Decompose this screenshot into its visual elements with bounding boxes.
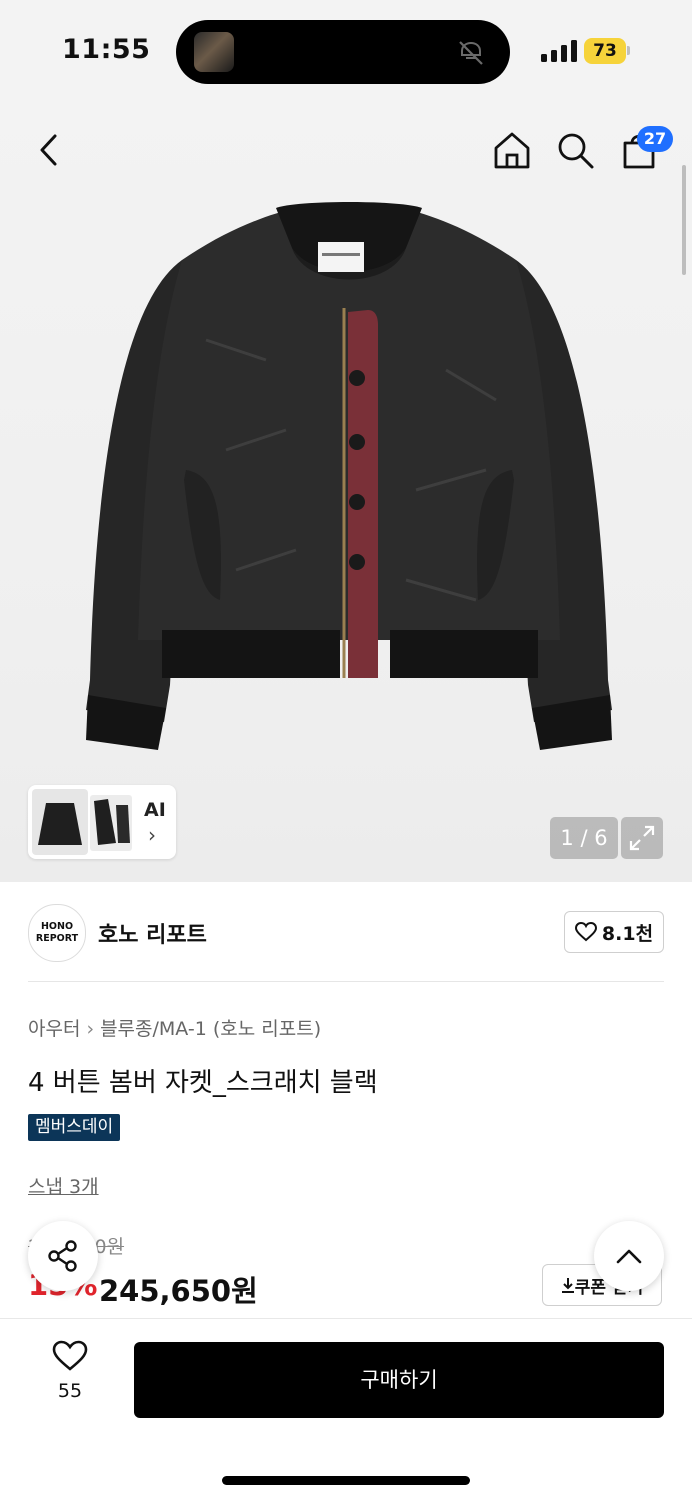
share-button[interactable] [28,1221,98,1291]
scroll-to-top-button[interactable] [594,1221,664,1291]
sale-price: 245,650원 [99,1274,258,1308]
jacket-thumb-icon [38,803,82,845]
home-indicator [222,1476,470,1485]
share-icon [48,1240,77,1272]
thumbnail-side[interactable] [90,795,132,851]
product-title: 4 버튼 봄버 자켓_스크래치 블랙 [28,1068,378,1098]
search-icon [558,133,594,169]
thumbnail-front[interactable] [32,789,88,855]
signal-icon [541,40,577,62]
brand-name[interactable]: 호노 리포트 [98,917,207,949]
jacket-thumb-icon [94,799,130,845]
expand-button[interactable] [621,817,663,859]
ai-label: AI [144,799,166,821]
muted-icon [459,41,483,65]
event-tag: 멤버스데이 [28,1114,121,1141]
chevron-up-icon [616,1249,642,1264]
breadcrumb-subcategory[interactable]: 블루종/MA-1 (호노 리포트) [100,1018,321,1040]
chevron-right-icon: › [86,1018,95,1040]
expand-icon [629,825,655,851]
battery-indicator: 73 [584,38,626,64]
brand-logo-text: REPORT [35,933,79,944]
product-like-count: 55 [57,1380,83,1402]
battery-cap [627,46,630,55]
brand-logo[interactable]: HONO REPORT [28,904,86,962]
chevron-left-icon [40,134,57,166]
status-bar: 11:55 73 [0,0,692,100]
breadcrumb: 아우터 › 블루종/MA-1 (호노 리포트) [28,1014,321,1041]
now-playing-thumbnail [194,32,234,72]
image-pager: 1 / 6 [550,817,618,859]
product-image [86,202,612,750]
home-icon [494,132,530,169]
scrollbar[interactable] [682,165,686,275]
brand-like-button[interactable]: 8.1천 [564,911,664,953]
brand-logo-text: HONO [40,921,74,932]
heart-icon [52,1340,88,1371]
download-icon [561,1278,574,1293]
search-button[interactable] [552,127,598,173]
dynamic-island [176,20,510,84]
cart-count-badge: 27 [637,126,673,152]
home-button[interactable] [489,127,535,173]
chevron-right-icon: › [148,823,156,847]
brand-like-count: 8.1천 [601,922,654,945]
image-thumbnail-strip[interactable]: AI › [28,785,176,859]
divider [28,981,664,982]
product-like-button[interactable]: 55 [40,1340,100,1420]
status-time: 11:55 [62,34,151,65]
snap-link[interactable]: 스냅 3개 [28,1172,99,1199]
back-button[interactable] [26,127,72,173]
buy-button[interactable]: 구매하기 [134,1342,664,1418]
breadcrumb-category[interactable]: 아우터 [28,1018,80,1040]
heart-icon [574,922,597,942]
